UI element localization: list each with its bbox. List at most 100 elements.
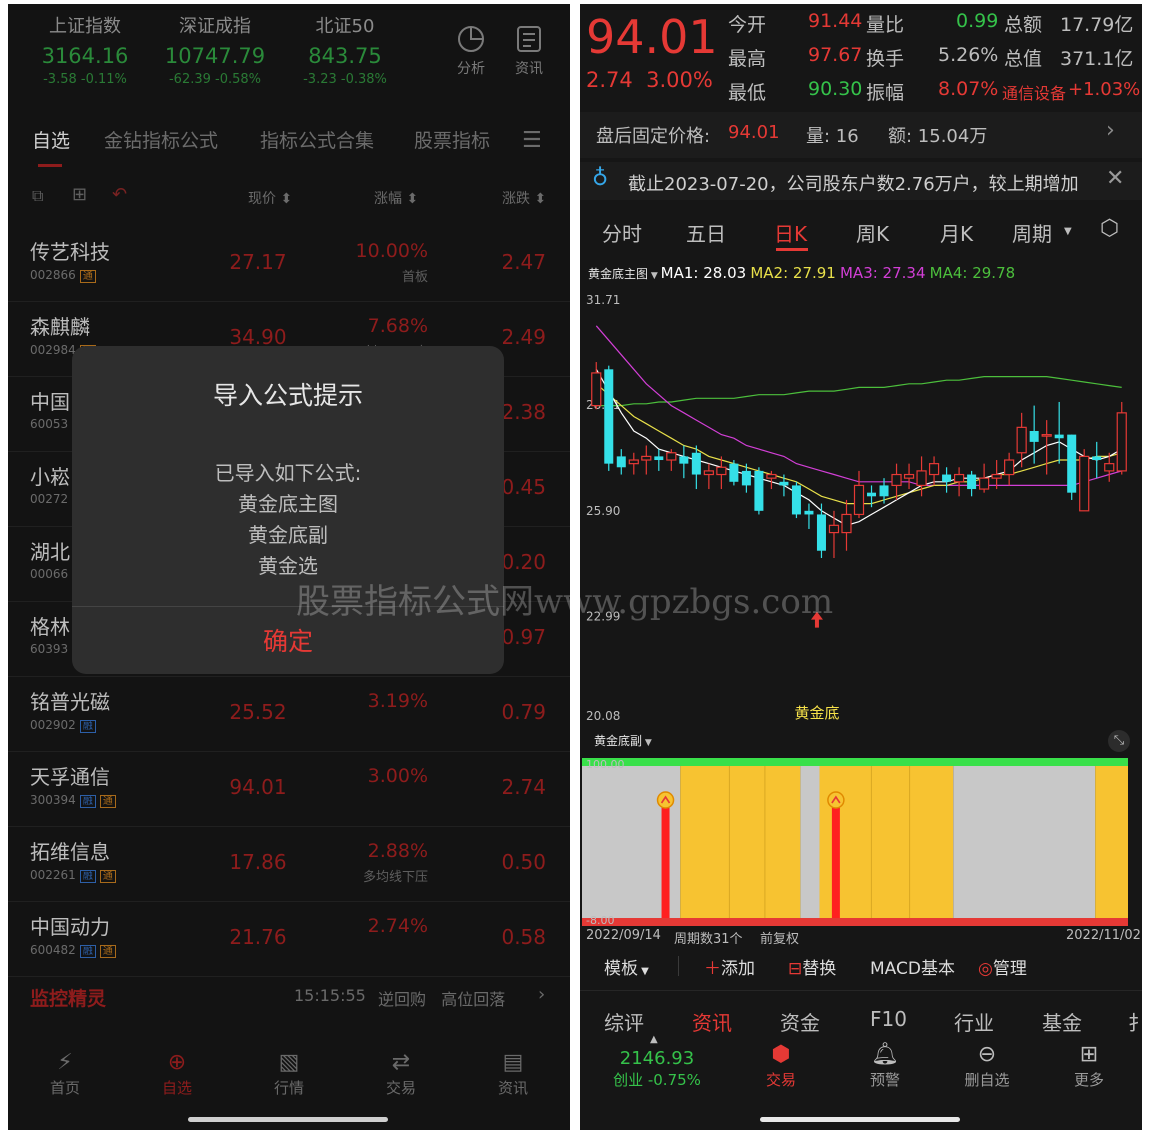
grid-icon[interactable]: ⊞ [72,184,87,205]
col-pct[interactable]: 涨幅 ⬍ [374,188,418,208]
low-value: 90.30 [808,78,863,100]
nav-watchlist[interactable]: ⊕ 自选 [132,1050,222,1098]
stock-name: 小崧 [30,465,70,489]
tab-formula-collection[interactable]: 指标公式合集 [260,126,374,153]
candle-body [1079,455,1090,512]
toolbar-divider [678,956,679,976]
candle-body [853,484,865,516]
candle-body [942,474,952,482]
open-value: 91.44 [808,10,863,32]
home-icon: ⚡ [57,1050,73,1075]
candle-body [891,473,902,487]
tab-five-day[interactable]: 五日 [686,218,726,247]
dialog-line: 黄金选 [258,554,318,578]
tab-intraday[interactable]: 分时 [602,218,642,247]
stock-row[interactable]: 中国动力 600482 融通 21.76 2.74% 0.58 [8,901,570,977]
tab-monthly-k[interactable]: 月K [940,218,973,247]
sector-name[interactable]: 通信设备 [1002,80,1066,104]
candle-body [841,513,852,534]
monitor-bar[interactable]: 监控精灵 15:15:55 逆回购 高位回落 › [8,984,570,1012]
col-price[interactable]: 现价 ⬍ [248,188,292,208]
dialog-divider [72,606,504,607]
stock-name: 天孚通信 [30,765,110,789]
market-icon: ▧ [278,1050,300,1075]
nav-news[interactable]: ▤ 资讯 [468,1050,558,1098]
signal-band [953,758,1096,926]
sub-indicator-select[interactable]: 黄金底副 ▼ [594,732,652,749]
after-hours-bar[interactable]: 盘后固定价格: 94.01 量: 16 额: 15.04万 › [580,112,1142,158]
badge: 通 [99,795,116,808]
analysis-button[interactable]: 分析 [446,24,496,78]
index-change: 创业 -0.75% [613,1071,701,1089]
ma1-value: MA1: 28.03 [660,264,747,282]
index-value: 2146.93 [619,1048,695,1069]
undo-icon[interactable]: ↶ [112,184,127,205]
macd-button[interactable]: MACD基本 [870,954,955,979]
nav-trade[interactable]: ⇄ 交易 [356,1050,446,1098]
after-hours-price: 94.01 [728,122,780,143]
tab-news[interactable]: 资讯 [692,1007,732,1036]
col-delta[interactable]: 涨跌 ⬍ [502,188,546,208]
stock-row[interactable]: 铭普光磁 002902 融 25.52 3.19% 0.79 [8,676,570,752]
tab-gold-diamond[interactable]: 金钻指标公式 [104,126,218,153]
tab-period[interactable]: 周期 [1012,218,1052,247]
candle-body [1104,463,1115,472]
nav-alert[interactable]: 🔔︎ 预警 [842,1042,928,1090]
tab-weekly-k[interactable]: 周K [856,218,889,247]
add-label: 添加 [721,959,755,979]
tab-watchlist[interactable]: 自选 [32,126,70,153]
stock-code: 600482 融通 [30,942,116,958]
nav-market[interactable]: ▧ 行情 [244,1050,334,1098]
turnover-label: 换手 [866,48,905,70]
nav-more[interactable]: ⊞ 更多 [1046,1042,1132,1090]
notice-text: 截止2023-07-20，公司股东户数2.76万户，较上期增加 [628,174,1079,195]
amplitude-label: 振幅 [866,82,905,104]
settings-icon[interactable]: ⬡ [1100,216,1119,241]
candle-body [953,473,965,483]
stock-code: 002866 通 [30,267,96,283]
stock-price: 27.17 [229,250,287,274]
manage-button[interactable]: ◎管理 [978,954,1027,979]
nav-remove-watchlist[interactable]: ⊖ 删自选 [944,1042,1030,1090]
menu-icon[interactable]: ☰ [522,128,542,153]
expand-icon[interactable]: ⤡ [1108,730,1130,752]
adjust-mode[interactable]: 前复权 [760,928,799,947]
vol-ratio-label: 量比 [866,14,905,36]
manage-label: 管理 [992,959,1027,979]
template-button[interactable]: 模板 ▼ [604,954,649,979]
replace-button[interactable]: ⊟替换 [788,954,836,979]
confirm-button[interactable]: 确定 [72,622,504,658]
nav-index-quote[interactable]: 2146.93 创业 -0.75% [602,1048,712,1090]
notice-bar[interactable]: ♁ 截止2023-07-20，公司股东户数2.76万户，较上期增加 ✕ [580,162,1142,200]
close-icon[interactable]: ✕ [1106,166,1124,191]
stock-row[interactable]: 天孚通信 300394 融通 94.01 3.00% 2.74 [8,751,570,827]
nav-home[interactable]: ⚡ 首页 [20,1050,110,1098]
main-indicator-select[interactable]: 黄金底主图 [588,267,648,281]
kline-chart[interactable]: 31.7128.8125.9022.9920.08 黄金底 [580,286,1142,732]
import-formula-dialog: 导入公式提示 已导入如下公式: 黄金底主图 黄金底副 黄金选 确定 [72,346,504,674]
stock-row[interactable]: 拓维信息 002261 融通 17.86 2.88% 多均线下压 0.50 [8,826,570,902]
stock-row[interactable]: 传艺科技 002866 通 27.17 10.00% 首板 2.47 [8,226,570,302]
tab-stock-indicator[interactable]: 股票指标 [414,126,490,153]
badge: 融 [79,720,96,733]
index-shenzhen[interactable]: 深证成指 10747.79 -62.39 -0.58% [150,12,280,87]
news-button[interactable]: 资讯 [504,24,554,78]
badge: 通 [99,945,116,958]
index-bse50[interactable]: 北证50 843.75 -3.23 -0.38% [280,12,410,87]
tab-funds-flow[interactable]: 资金 [780,1007,820,1036]
tab-daily-k[interactable]: 日K [774,218,807,247]
candle-body [1041,434,1052,437]
y-tick-label: 25.90 [586,504,620,518]
nav-trade[interactable]: ⬢ 交易 [738,1042,824,1090]
tab-f10[interactable]: F10 [870,1007,907,1031]
trade-icon: ⇄ [391,1050,411,1075]
copy-icon[interactable]: ⧉ [32,186,43,206]
tab-more[interactable]: 扌 [1128,1007,1142,1036]
add-button[interactable]: ＋添加 [704,954,755,979]
sub-indicator-chart[interactable]: 100.00 -8.00 [580,754,1142,932]
tab-overview[interactable]: 综评 [604,1007,644,1036]
tab-industry[interactable]: 行业 [954,1007,994,1036]
candle-body [754,470,764,511]
index-shanghai[interactable]: 上证指数 3164.16 -3.58 -0.11% [20,12,150,87]
tab-fund[interactable]: 基金 [1042,1007,1082,1036]
